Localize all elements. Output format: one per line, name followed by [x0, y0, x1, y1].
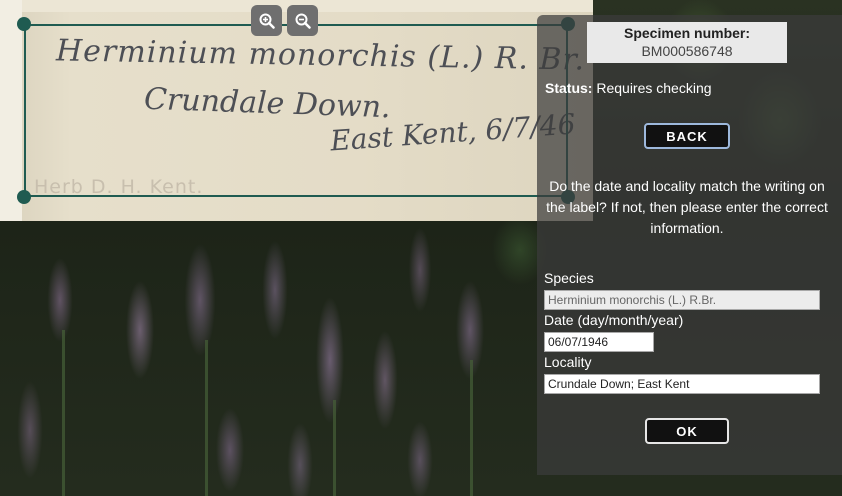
specimen-number-value: BM000586748 — [641, 43, 733, 59]
zoom-out-button[interactable] — [287, 5, 318, 36]
resize-handle-top-left[interactable] — [17, 17, 31, 31]
zoom-in-button[interactable] — [251, 5, 282, 36]
specimen-number-box: Specimen number: BM000586748 — [587, 22, 787, 63]
specimen-number-title: Specimen number: — [623, 25, 751, 41]
status-line: Status: Requires checking — [545, 80, 712, 96]
status-value: Requires checking — [596, 80, 712, 96]
resize-handle-bottom-left[interactable] — [17, 190, 31, 204]
species-label: Species — [544, 270, 594, 286]
locality-field[interactable] — [544, 374, 820, 394]
zoom-in-icon — [259, 13, 275, 29]
zoom-out-icon — [295, 13, 311, 29]
back-button[interactable]: BACK — [644, 123, 730, 149]
plant-stem — [205, 340, 208, 496]
selection-frame[interactable] — [24, 24, 568, 197]
species-field[interactable] — [544, 290, 820, 310]
locality-label: Locality — [544, 354, 592, 370]
plant-stem — [333, 400, 336, 496]
date-field[interactable] — [544, 332, 654, 352]
instruction-text: Do the date and locality match the writi… — [546, 178, 828, 236]
paper-edge — [0, 0, 22, 221]
plant-stem — [62, 330, 65, 496]
ok-button[interactable]: OK — [645, 418, 729, 444]
status-label: Status: — [545, 80, 593, 96]
date-label: Date (day/month/year) — [544, 312, 684, 328]
plant-stem — [470, 360, 473, 496]
